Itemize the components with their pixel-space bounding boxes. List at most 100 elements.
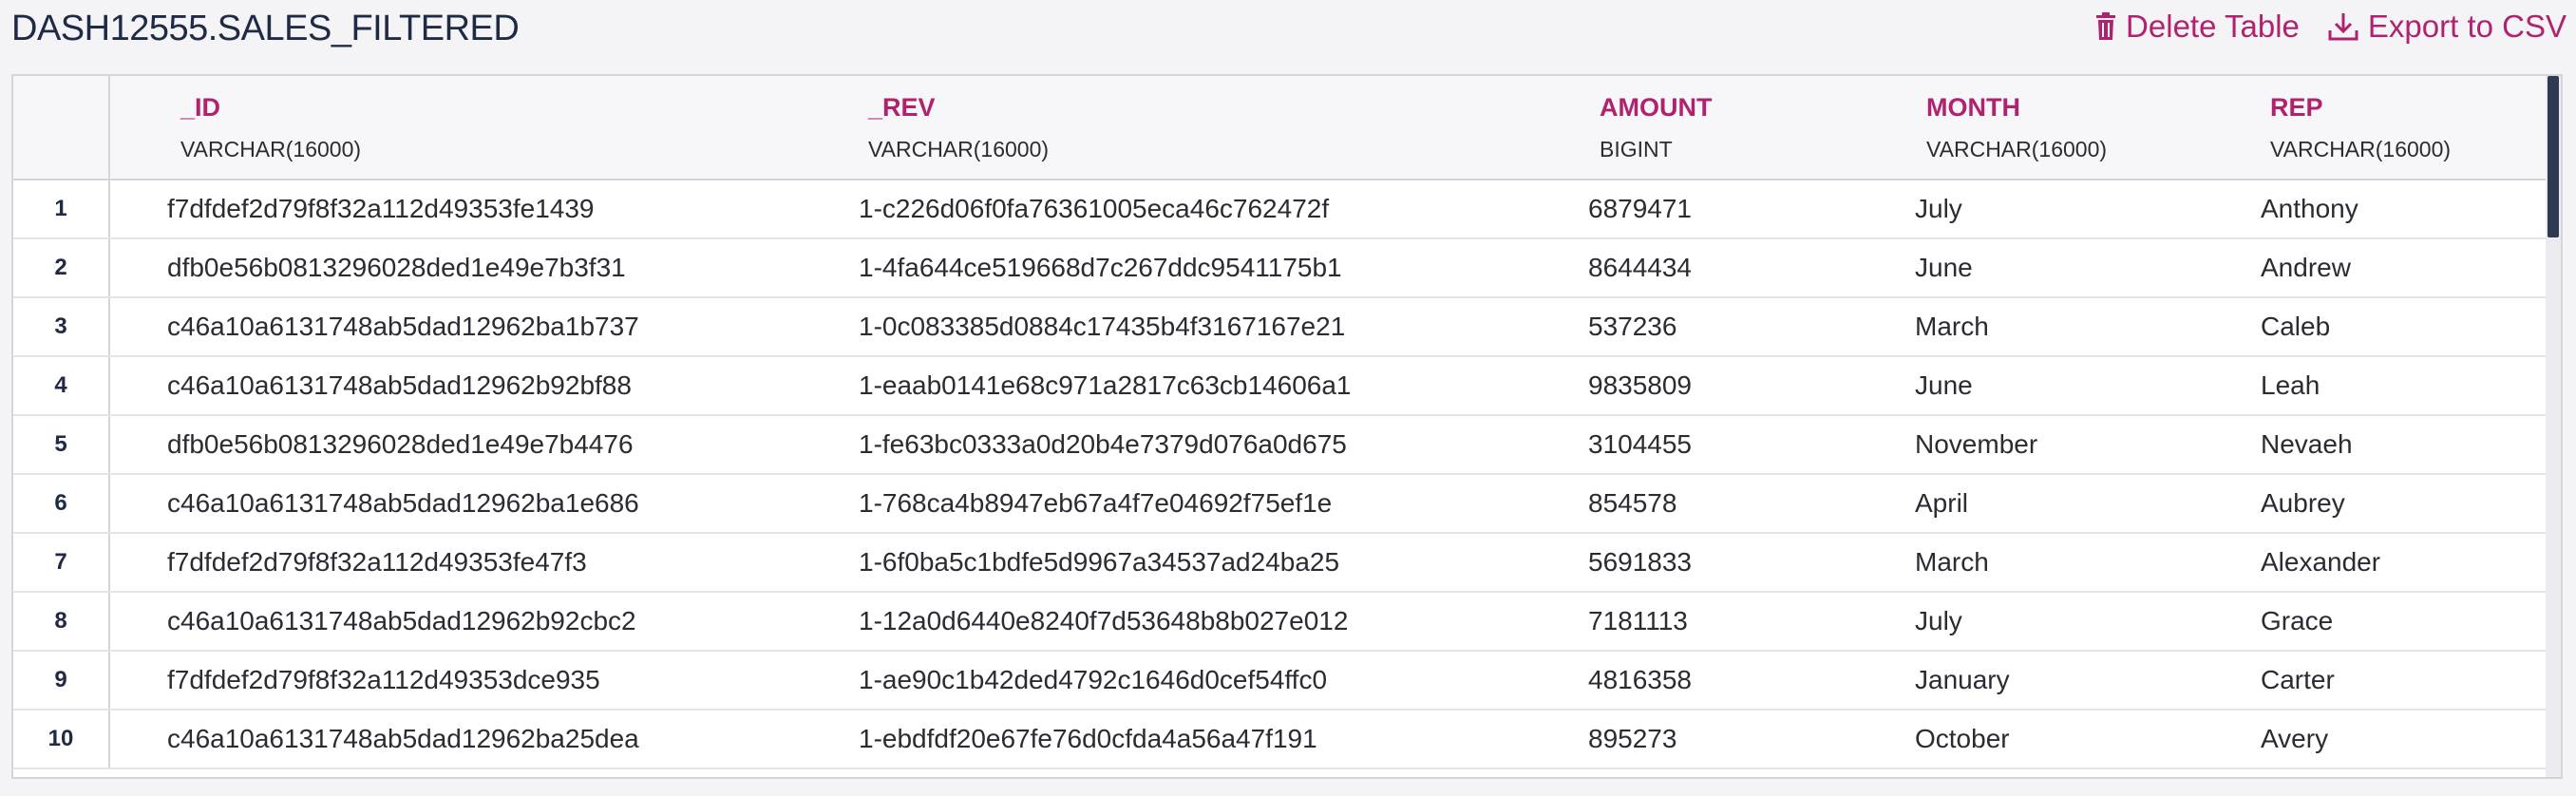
delete-table-label: Delete Table — [2126, 9, 2300, 44]
cell-rep: Caleb — [2261, 312, 2331, 341]
cell-amount: 7181113 — [1588, 606, 1688, 635]
row-number: 8 — [13, 593, 110, 650]
cell-id: c46a10a6131748ab5dad12962ba1e686 — [167, 488, 639, 518]
table-row[interactable]: 1 f7dfdef2d79f8f32a112d49353fe1439 1-c22… — [13, 180, 2548, 239]
cell-rev: 1-fe63bc0333a0d20b4e7379d076a0d675 — [859, 429, 1347, 459]
cell-amount: 9835809 — [1588, 370, 1693, 400]
cell-amount: 3104455 — [1588, 429, 1693, 459]
cell-month: January — [1915, 665, 2010, 694]
page-title: DASH12555.SALES_FILTERED — [11, 9, 520, 48]
cell-id: c46a10a6131748ab5dad12962b92bf88 — [167, 370, 632, 400]
column-name: AMOUNT — [1600, 93, 1713, 122]
cell-month: July — [1915, 606, 1962, 635]
row-number: 10 — [13, 711, 110, 768]
cell-month: March — [1915, 547, 1989, 577]
column-name: _REV — [868, 93, 936, 122]
table-header: _ID VARCHAR(16000) _REV VARCHAR(16000) A… — [13, 76, 2548, 180]
cell-rep: Aubrey — [2261, 488, 2345, 518]
cell-amount: 4816358 — [1588, 665, 1693, 694]
cell-id: f7dfdef2d79f8f32a112d49353dce935 — [167, 665, 600, 694]
cell-amount: 854578 — [1588, 488, 1677, 518]
cell-rev: 1-768ca4b8947eb67a4f7e04692f75ef1e — [859, 488, 1333, 518]
cell-id: c46a10a6131748ab5dad12962ba1b737 — [167, 312, 639, 341]
column-name: _ID — [180, 93, 221, 122]
row-number: 1 — [13, 180, 110, 237]
cell-month: March — [1915, 312, 1989, 341]
header-actions: Delete Table Export to CSV — [2095, 6, 2567, 47]
column-type: VARCHAR(16000) — [2270, 137, 2452, 161]
row-number: 9 — [13, 652, 110, 709]
table-row[interactable]: 6 c46a10a6131748ab5dad12962ba1e686 1-768… — [13, 475, 2548, 534]
cell-id: f7dfdef2d79f8f32a112d49353fe1439 — [167, 194, 595, 223]
table-row[interactable]: 8 c46a10a6131748ab5dad12962b92cbc2 1-12a… — [13, 593, 2548, 652]
row-number: 5 — [13, 416, 110, 473]
delete-table-button[interactable]: Delete Table — [2095, 6, 2300, 47]
cell-id: c46a10a6131748ab5dad12962b92cbc2 — [167, 606, 636, 635]
column-name: REP — [2270, 93, 2323, 122]
column-name: MONTH — [1926, 93, 2020, 122]
export-csv-label: Export to CSV — [2367, 9, 2567, 44]
cell-rep: Anthony — [2261, 194, 2358, 223]
cell-amount: 537236 — [1588, 312, 1677, 341]
table-row[interactable]: 2 dfb0e56b0813296028ded1e49e7b3f31 1-4fa… — [13, 239, 2548, 298]
row-number: 6 — [13, 475, 110, 532]
cell-id: c46a10a6131748ab5dad12962ba25dea — [167, 724, 639, 753]
table-row[interactable]: 4 c46a10a6131748ab5dad12962b92bf88 1-eaa… — [13, 357, 2548, 416]
cell-rep: Grace — [2261, 606, 2334, 635]
table-row[interactable]: 7 f7dfdef2d79f8f32a112d49353fe47f3 1-6f0… — [13, 534, 2548, 593]
column-header-rev[interactable]: _REV VARCHAR(16000) — [868, 91, 1049, 163]
cell-rep: Leah — [2261, 370, 2320, 400]
export-csv-button[interactable]: Export to CSV — [2328, 6, 2567, 47]
column-type: VARCHAR(16000) — [1926, 137, 2108, 161]
scrollbar-thumb[interactable] — [2548, 76, 2559, 237]
cell-rep: Carter — [2261, 665, 2335, 694]
column-type: BIGINT — [1600, 137, 1673, 161]
table-row[interactable]: 5 dfb0e56b0813296028ded1e49e7b4476 1-fe6… — [13, 416, 2548, 475]
cell-rev: 1-12a0d6440e8240f7d53648b8b027e012 — [859, 606, 1349, 635]
cell-rev: 1-4fa644ce519668d7c267ddc9541175b1 — [859, 253, 1342, 282]
data-table: _ID VARCHAR(16000) _REV VARCHAR(16000) A… — [11, 74, 2563, 779]
table-row[interactable]: 9 f7dfdef2d79f8f32a112d49353dce935 1-ae9… — [13, 652, 2548, 711]
column-header-month[interactable]: MONTH VARCHAR(16000) — [1926, 91, 2107, 163]
cell-month: June — [1915, 253, 1973, 282]
cell-rev: 1-ebdfdf20e67fe76d0cfda4a56a47f191 — [859, 724, 1317, 753]
column-header-amount[interactable]: AMOUNT BIGINT — [1600, 91, 1712, 163]
cell-month: June — [1915, 370, 1973, 400]
column-header-rep[interactable]: REP VARCHAR(16000) — [2270, 91, 2451, 163]
column-header-id[interactable]: _ID VARCHAR(16000) — [180, 91, 361, 163]
vertical-scrollbar[interactable] — [2546, 76, 2561, 777]
column-type: VARCHAR(16000) — [868, 137, 1050, 161]
cell-month: July — [1915, 194, 1962, 223]
download-icon — [2328, 11, 2358, 42]
table-row[interactable]: 3 c46a10a6131748ab5dad12962ba1b737 1-0c0… — [13, 298, 2548, 357]
cell-id: f7dfdef2d79f8f32a112d49353fe47f3 — [167, 547, 587, 577]
cell-rev: 1-eaab0141e68c971a2817c63cb14606a1 — [859, 370, 1352, 400]
cell-id: dfb0e56b0813296028ded1e49e7b3f31 — [167, 253, 626, 282]
row-number: 2 — [13, 239, 110, 296]
cell-month: November — [1915, 429, 2038, 459]
cell-month: October — [1915, 724, 2010, 753]
cell-amount: 895273 — [1588, 724, 1677, 753]
row-number: 7 — [13, 534, 110, 591]
cell-amount: 8644434 — [1588, 253, 1693, 282]
table-row[interactable]: 10 c46a10a6131748ab5dad12962ba25dea 1-eb… — [13, 711, 2548, 769]
cell-amount: 6879471 — [1588, 194, 1693, 223]
cell-month: April — [1915, 488, 1969, 518]
column-type: VARCHAR(16000) — [180, 137, 362, 161]
cell-rev: 1-c226d06f0fa76361005eca46c762472f — [859, 194, 1330, 223]
cell-rep: Nevaeh — [2261, 429, 2353, 459]
cell-id: dfb0e56b0813296028ded1e49e7b4476 — [167, 429, 634, 459]
table-body: 1 f7dfdef2d79f8f32a112d49353fe1439 1-c22… — [13, 180, 2548, 769]
row-number: 3 — [13, 298, 110, 355]
cell-rev: 1-0c083385d0884c17435b4f3167167e21 — [859, 312, 1346, 341]
row-number-header — [13, 76, 110, 179]
cell-rev: 1-6f0ba5c1bdfe5d9967a34537ad24ba25 — [859, 547, 1340, 577]
cell-amount: 5691833 — [1588, 547, 1693, 577]
cell-rev: 1-ae90c1b42ded4792c1646d0cef54ffc0 — [859, 665, 1328, 694]
trash-icon — [2095, 12, 2116, 41]
page-header: DASH12555.SALES_FILTERED Delete Table Ex… — [0, 0, 2576, 66]
cell-rep: Avery — [2261, 724, 2329, 753]
row-number: 4 — [13, 357, 110, 414]
cell-rep: Alexander — [2261, 547, 2381, 577]
cell-rep: Andrew — [2261, 253, 2351, 282]
